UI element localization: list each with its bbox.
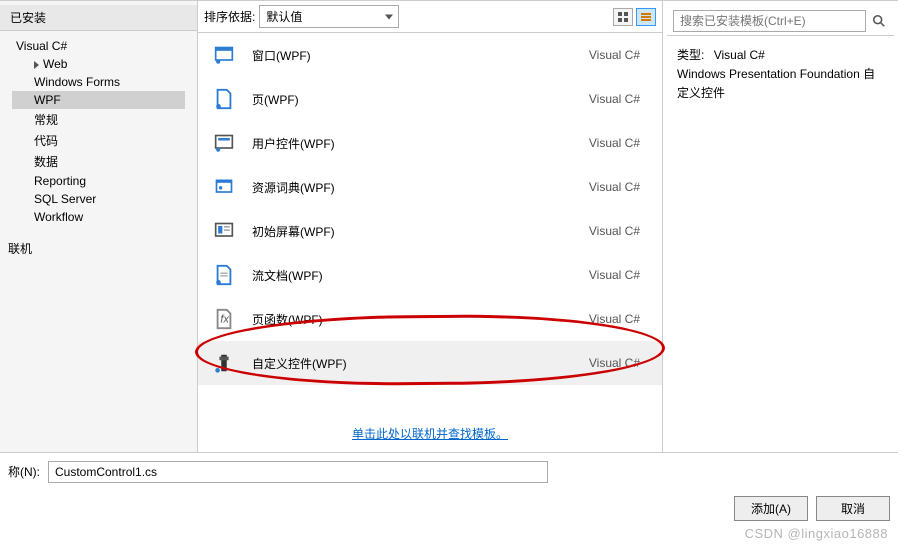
view-small-icons-button[interactable] [613, 8, 633, 26]
small-icons-icon [617, 11, 629, 23]
sidebar-item-code[interactable]: 代码 [12, 130, 185, 151]
resource-dictionary-icon [210, 173, 238, 201]
add-button[interactable]: 添加(A) [734, 496, 808, 521]
template-list: 窗口(WPF) Visual C# 页(WPF) Visual C# 用户控件(… [198, 33, 662, 415]
sidebar: 已安装 Visual C# Web Windows Forms WPF 常规 代… [0, 1, 198, 452]
type-label: 类型: [677, 48, 704, 62]
sidebar-item-windows-forms[interactable]: Windows Forms [12, 73, 185, 91]
center-panel: 排序依据: 默认值 窗口(WPF) Visual C# [198, 1, 663, 452]
list-icon [640, 11, 652, 23]
user-control-icon [210, 129, 238, 157]
info-panel: 类型: Visual C# Windows Presentation Found… [663, 1, 898, 452]
installed-header: 已安装 [0, 5, 197, 31]
search-input[interactable] [673, 10, 866, 32]
template-flow-document[interactable]: 流文档(WPF) Visual C# [198, 253, 662, 297]
description-text: Windows Presentation Foundation 自定义控件 [677, 65, 884, 103]
sidebar-item-reporting[interactable]: Reporting [12, 172, 185, 190]
template-splash-screen[interactable]: 初始屏幕(WPF) Visual C# [198, 209, 662, 253]
template-user-control[interactable]: 用户控件(WPF) Visual C# [198, 121, 662, 165]
tree-root-visual-csharp[interactable]: Visual C# [12, 37, 185, 55]
type-value: Visual C# [714, 48, 765, 62]
add-new-item-dialog: 已安装 Visual C# Web Windows Forms WPF 常规 代… [0, 0, 898, 490]
online-link-row: 单击此处以联机并查找模板。 [198, 415, 662, 452]
main-row: 已安装 Visual C# Web Windows Forms WPF 常规 代… [0, 0, 898, 452]
custom-control-icon [210, 349, 238, 377]
window-icon [210, 41, 238, 69]
category-tree: Visual C# Web Windows Forms WPF 常规 代码 数据… [0, 31, 197, 232]
view-list-button[interactable] [636, 8, 656, 26]
sidebar-item-data[interactable]: 数据 [12, 151, 185, 172]
chevron-right-icon [34, 61, 39, 69]
sidebar-item-sql-server[interactable]: SQL Server [12, 190, 185, 208]
sort-label: 排序依据: [204, 8, 255, 25]
page-icon [210, 85, 238, 113]
cancel-button[interactable]: 取消 [816, 496, 890, 521]
svg-text:fx: fx [220, 314, 229, 326]
sort-dropdown[interactable]: 默认值 [259, 5, 399, 28]
search-icon[interactable] [870, 12, 888, 30]
sidebar-item-wpf[interactable]: WPF [12, 91, 185, 109]
splash-screen-icon [210, 217, 238, 245]
sidebar-item-workflow[interactable]: Workflow [12, 208, 185, 226]
footer-buttons: 添加(A) 取消 [0, 490, 898, 527]
watermark-text: CSDN @lingxiao16888 [745, 526, 888, 541]
online-search-link[interactable]: 单击此处以联机并查找模板。 [352, 427, 508, 441]
template-page-function[interactable]: fx 页函数(WPF) Visual C# [198, 297, 662, 341]
template-custom-control[interactable]: 自定义控件(WPF) Visual C# [198, 341, 662, 385]
flow-document-icon [210, 261, 238, 289]
template-page[interactable]: 页(WPF) Visual C# [198, 77, 662, 121]
info-toolbar [667, 7, 894, 36]
bottom-bar: 称(N): [0, 452, 898, 490]
page-function-icon: fx [210, 305, 238, 333]
template-resource-dictionary[interactable]: 资源词典(WPF) Visual C# [198, 165, 662, 209]
online-header[interactable]: 联机 [0, 232, 197, 265]
center-toolbar: 排序依据: 默认值 [198, 1, 662, 33]
name-label: 称(N): [8, 463, 40, 480]
template-window[interactable]: 窗口(WPF) Visual C# [198, 33, 662, 77]
sidebar-item-general[interactable]: 常规 [12, 109, 185, 130]
sidebar-item-web[interactable]: Web [12, 55, 185, 73]
name-input[interactable] [48, 461, 548, 483]
info-body: 类型: Visual C# Windows Presentation Found… [667, 36, 894, 114]
